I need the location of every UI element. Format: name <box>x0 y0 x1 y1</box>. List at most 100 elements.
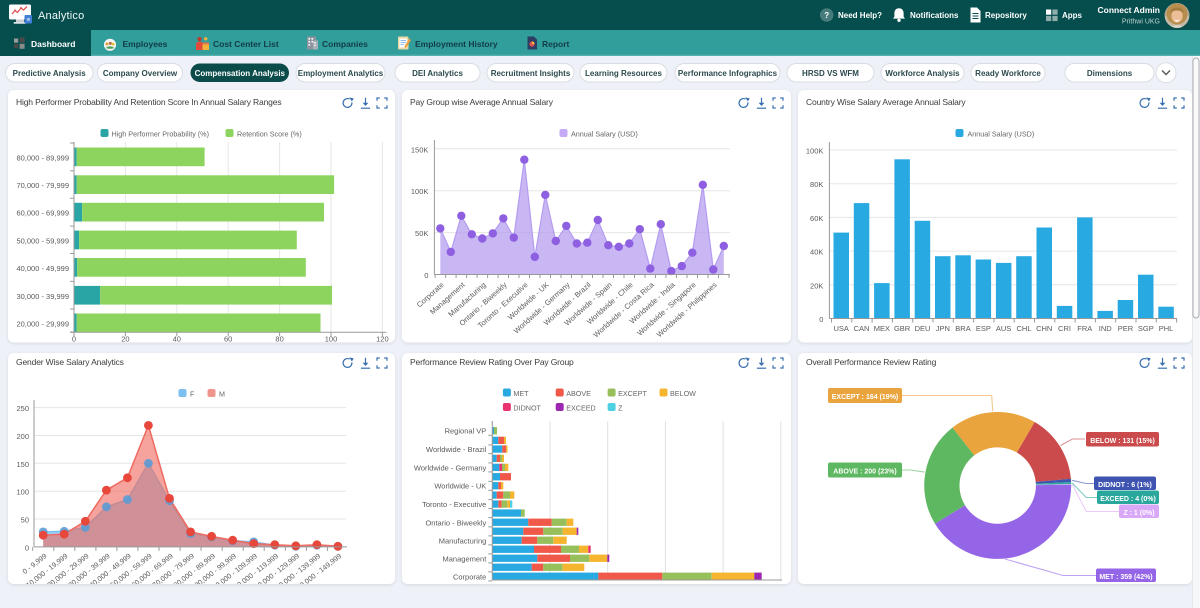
svg-text:Country Wise Salary Average An: Country Wise Salary Average Annual Salar… <box>806 97 966 107</box>
svg-text:Apps: Apps <box>1062 11 1083 20</box>
svg-text:EXCEPT : 164 (19%): EXCEPT : 164 (19%) <box>832 394 899 401</box>
svg-text:Management: Management <box>443 554 488 563</box>
svg-text:250: 250 <box>16 404 29 413</box>
svg-text:M: M <box>219 390 225 399</box>
svg-text:Companies: Companies <box>322 39 368 49</box>
svg-text:High Performer Probability And: High Performer Probability And Retention… <box>16 97 281 107</box>
svg-text:MET : 359 (42%): MET : 359 (42%) <box>1099 574 1152 581</box>
svg-text:50,000 - 59,999: 50,000 - 59,999 <box>16 236 69 245</box>
svg-text:FRA: FRA <box>1077 324 1092 333</box>
svg-text:80: 80 <box>275 334 283 343</box>
svg-text:80,000 - 89,999: 80,000 - 89,999 <box>16 153 69 162</box>
svg-text:20,000 - 29,999: 20,000 - 29,999 <box>16 319 69 328</box>
svg-text:Pay Group wise Average Annual: Pay Group wise Average Annual Salary <box>410 97 554 107</box>
svg-text:BRA: BRA <box>955 324 970 333</box>
svg-text:MEX: MEX <box>874 324 890 333</box>
svg-text:Dimensions: Dimensions <box>1087 69 1133 78</box>
svg-text:Corporate: Corporate <box>453 572 486 581</box>
svg-text:Performance Review Rating Over: Performance Review Rating Over Pay Group <box>410 357 574 367</box>
svg-text:Annual Salary (USD): Annual Salary (USD) <box>571 130 638 139</box>
svg-text:Z : 1 (0%): Z : 1 (0%) <box>1123 510 1154 517</box>
svg-text:60: 60 <box>224 334 232 343</box>
svg-text:DIDNOT : 6 (1%): DIDNOT : 6 (1%) <box>1098 482 1152 489</box>
svg-text:Manufacturing: Manufacturing <box>439 536 487 545</box>
svg-text:0: 0 <box>424 271 428 280</box>
svg-text:Employment History: Employment History <box>415 39 498 49</box>
svg-text:40: 40 <box>173 334 181 343</box>
svg-text:50: 50 <box>21 516 29 525</box>
svg-text:USA: USA <box>833 324 848 333</box>
svg-text:20: 20 <box>121 334 129 343</box>
svg-text:Dashboard: Dashboard <box>31 39 75 49</box>
svg-text:Worldwide - UK: Worldwide - UK <box>434 482 486 491</box>
svg-text:Notifications: Notifications <box>910 11 959 20</box>
svg-text:0: 0 <box>72 334 76 343</box>
svg-text:Connect Admin: Connect Admin <box>1098 5 1161 15</box>
svg-text:High Performer Probability (%): High Performer Probability (%) <box>112 130 209 139</box>
svg-text:Ready Workforce: Ready Workforce <box>975 69 1041 78</box>
svg-text:ABOVE : 200 (23%): ABOVE : 200 (23%) <box>833 469 896 476</box>
svg-text:200: 200 <box>16 432 29 441</box>
svg-text:≡: ≡ <box>26 18 30 24</box>
svg-text:PER: PER <box>1118 324 1134 333</box>
svg-text:Worldwide - Germany: Worldwide - Germany <box>414 463 487 472</box>
svg-text:Workforce Analysis: Workforce Analysis <box>885 69 960 78</box>
svg-text:Report: Report <box>542 39 570 49</box>
svg-text:Regional VP: Regional VP <box>445 427 487 436</box>
svg-text:CHN: CHN <box>1036 324 1052 333</box>
svg-text:120: 120 <box>376 334 389 343</box>
svg-text:Analytico: Analytico <box>38 10 84 22</box>
svg-text:Annual Salary (USD): Annual Salary (USD) <box>968 130 1035 139</box>
svg-text:60,000 - 69,999: 60,000 - 69,999 <box>16 209 69 218</box>
svg-text:30,000 - 39,999: 30,000 - 39,999 <box>16 292 69 301</box>
svg-text:EXCEED: EXCEED <box>566 404 596 413</box>
svg-text:JPN: JPN <box>936 324 950 333</box>
svg-text:100: 100 <box>325 334 338 343</box>
svg-text:Employees: Employees <box>123 39 168 49</box>
svg-text:0: 0 <box>25 543 29 552</box>
svg-text:Overall Performance Review Rat: Overall Performance Review Rating <box>806 357 937 367</box>
svg-text:0: 0 <box>819 315 823 324</box>
svg-text:Performance Infographics: Performance Infographics <box>678 69 778 78</box>
svg-text:Compensation Analysis: Compensation Analysis <box>195 69 286 78</box>
svg-text:Z: Z <box>618 404 623 413</box>
svg-text:MET: MET <box>513 389 529 398</box>
svg-text:Prithwi UKG: Prithwi UKG <box>1122 19 1160 26</box>
svg-text:40,000 - 49,999: 40,000 - 49,999 <box>16 264 69 273</box>
svg-text:Worldwide - Brazil: Worldwide - Brazil <box>426 445 487 454</box>
svg-text:DEU: DEU <box>915 324 931 333</box>
svg-text:150K: 150K <box>411 145 429 154</box>
svg-text:ABOVE: ABOVE <box>566 389 591 398</box>
svg-text:Cost Center List: Cost Center List <box>213 39 279 49</box>
svg-text:Need Help?: Need Help? <box>838 11 882 20</box>
svg-text:F: F <box>190 390 195 399</box>
svg-text:BELOW: BELOW <box>670 389 696 398</box>
svg-text:70,000 - 79,999: 70,000 - 79,999 <box>16 181 69 190</box>
svg-text:100K: 100K <box>806 147 824 156</box>
svg-text:100K: 100K <box>411 187 429 196</box>
svg-text:AUS: AUS <box>996 324 1011 333</box>
svg-text:DEI Analytics: DEI Analytics <box>412 69 463 78</box>
svg-text:SGP: SGP <box>1138 324 1154 333</box>
svg-text:DIDNOT: DIDNOT <box>513 404 541 413</box>
svg-text:40K: 40K <box>810 248 823 257</box>
svg-text:ESP: ESP <box>976 324 991 333</box>
svg-text:Toronto - Executive: Toronto - Executive <box>422 500 486 509</box>
svg-text:CHL: CHL <box>1016 324 1031 333</box>
svg-text:80K: 80K <box>810 180 823 189</box>
svg-text:Repository: Repository <box>985 11 1027 20</box>
svg-text:HRSD VS WFM: HRSD VS WFM <box>802 69 859 78</box>
svg-text:?: ? <box>824 11 829 20</box>
svg-text:Learning Resources: Learning Resources <box>585 69 662 78</box>
svg-text:IND: IND <box>1099 324 1113 333</box>
svg-text:100: 100 <box>16 488 29 497</box>
svg-text:Gender Wise Salary Analytics: Gender Wise Salary Analytics <box>16 357 124 367</box>
svg-text:PHL: PHL <box>1159 324 1174 333</box>
svg-text:Ontario - Biweekly: Ontario - Biweekly <box>425 518 486 527</box>
svg-text:150: 150 <box>16 460 29 469</box>
svg-text:EXCEED : 4 (0%): EXCEED : 4 (0%) <box>1100 496 1156 503</box>
svg-text:Employment Analytics: Employment Analytics <box>298 69 384 78</box>
svg-text:Predictive Analysis: Predictive Analysis <box>13 69 87 78</box>
svg-text:Retention Score (%): Retention Score (%) <box>237 130 302 139</box>
svg-text:50K: 50K <box>415 229 428 238</box>
